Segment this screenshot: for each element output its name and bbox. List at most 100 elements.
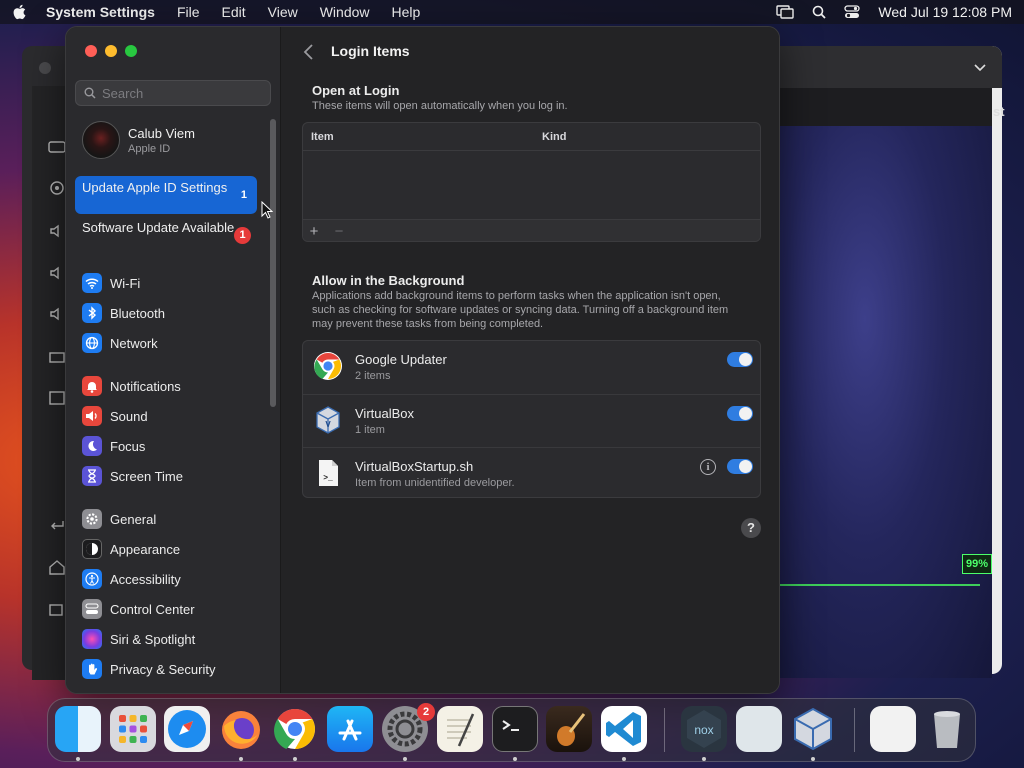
dock-running-dot bbox=[513, 757, 517, 761]
terminal-icon[interactable] bbox=[492, 706, 538, 752]
sidebar-item-control-center[interactable]: Control Center bbox=[82, 597, 195, 621]
wifi-icon bbox=[82, 273, 102, 293]
close-button[interactable] bbox=[85, 45, 97, 57]
app-store-icon[interactable] bbox=[327, 706, 373, 752]
sidebar-item-bluetooth[interactable]: Bluetooth bbox=[82, 301, 165, 325]
menu-view[interactable]: View bbox=[268, 4, 298, 20]
dock-running-dot bbox=[622, 757, 626, 761]
virtualbox-startup-toggle[interactable] bbox=[727, 459, 753, 474]
finder-icon[interactable] bbox=[55, 706, 101, 752]
dock-running-dot bbox=[811, 757, 815, 761]
notice-label: Update Apple ID Settings bbox=[82, 180, 228, 195]
trash-icon[interactable] bbox=[924, 706, 970, 752]
background-item-sub: Item from unidentified developer. bbox=[355, 477, 515, 489]
siri-icon bbox=[82, 629, 102, 649]
list-item: V VirtualBox 1 item bbox=[303, 394, 760, 447]
menu-clock[interactable]: Wed Jul 19 12:08 PM bbox=[878, 4, 1012, 20]
minimize-button[interactable] bbox=[105, 45, 117, 57]
notice-update-apple-id[interactable]: Update Apple ID Settings 1 bbox=[75, 176, 257, 214]
garageband-icon[interactable] bbox=[546, 706, 592, 752]
virtualbox-dock-icon[interactable] bbox=[790, 706, 836, 752]
sidebar-item-label: Screen Time bbox=[110, 468, 183, 484]
list-item: Google Updater 2 items bbox=[303, 341, 760, 394]
dock-separator bbox=[854, 708, 855, 752]
chevron-left-icon[interactable] bbox=[302, 43, 316, 61]
add-login-item-button[interactable]: + bbox=[305, 223, 323, 240]
menu-edit[interactable]: Edit bbox=[222, 4, 246, 20]
sidebar-item-label: Appearance bbox=[110, 541, 181, 557]
google-updater-toggle[interactable] bbox=[727, 352, 753, 367]
control-center-icon[interactable] bbox=[844, 5, 861, 19]
speaker-icon bbox=[82, 406, 102, 426]
window-dot bbox=[39, 62, 51, 74]
svg-text:V: V bbox=[325, 420, 331, 429]
account-sub: Apple ID bbox=[128, 142, 171, 155]
sidebar-item-focus[interactable]: Focus bbox=[82, 434, 145, 458]
keyboard-icon bbox=[48, 141, 66, 153]
apple-id-account[interactable]: Calub Viem Apple ID bbox=[82, 121, 195, 159]
menu-window[interactable]: Window bbox=[320, 4, 370, 20]
sidebar-item-appearance[interactable]: Appearance bbox=[82, 537, 180, 561]
sidebar-item-siri-spotlight[interactable]: Siri & Spotlight bbox=[82, 627, 195, 651]
speaker-muted-icon bbox=[50, 307, 59, 321]
progress-line bbox=[780, 584, 980, 586]
vscode-icon[interactable] bbox=[601, 706, 647, 752]
search-field[interactable] bbox=[75, 80, 271, 106]
network-globe-icon bbox=[82, 333, 102, 353]
background-items-list: Google Updater 2 items V VirtualBox 1 it… bbox=[302, 340, 761, 498]
sidebar-item-network[interactable]: Network bbox=[82, 331, 158, 355]
avatar bbox=[82, 121, 120, 159]
accessibility-icon bbox=[82, 569, 102, 589]
section-desc-open-at-login: These items will open automatically when… bbox=[312, 100, 568, 112]
column-header-item[interactable]: Item bbox=[311, 131, 334, 143]
preview-icon[interactable] bbox=[736, 706, 782, 752]
downloads-stack-icon[interactable] bbox=[870, 706, 916, 752]
spotlight-search-icon[interactable] bbox=[812, 5, 827, 19]
sidebar-item-screen-time[interactable]: Screen Time bbox=[82, 464, 183, 488]
speaker-icon bbox=[50, 224, 59, 238]
sidebar-item-label: Siri & Spotlight bbox=[110, 631, 196, 647]
sidebar-item-label: Network bbox=[110, 335, 158, 351]
safari-icon[interactable] bbox=[164, 706, 210, 752]
sidebar-item-label: Privacy & Security bbox=[110, 661, 216, 677]
menu-app-name[interactable]: System Settings bbox=[46, 4, 155, 20]
background-window-right: 99% st bbox=[780, 46, 1005, 678]
menu-bar-status: Wed Jul 19 12:08 PM bbox=[776, 4, 1012, 20]
sidebar-item-accessibility[interactable]: Accessibility bbox=[82, 567, 181, 591]
sidebar-item-wifi[interactable]: Wi-Fi bbox=[82, 271, 140, 295]
search-input[interactable] bbox=[102, 85, 262, 101]
help-button[interactable]: ? bbox=[741, 518, 761, 538]
menu-file[interactable]: File bbox=[177, 4, 200, 20]
launchpad-icon[interactable] bbox=[110, 706, 156, 752]
moon-icon bbox=[82, 436, 102, 456]
notice-label: Software Update Available bbox=[82, 220, 235, 235]
content-toolbar: Login Items bbox=[282, 27, 779, 77]
info-icon[interactable]: i bbox=[700, 459, 716, 475]
menu-help[interactable]: Help bbox=[392, 4, 421, 20]
background-item-sub: 1 item bbox=[355, 424, 385, 436]
chrome-icon[interactable] bbox=[272, 706, 318, 752]
column-header-kind[interactable]: Kind bbox=[542, 131, 566, 143]
notice-count: 1 bbox=[240, 189, 247, 201]
page-title: Login Items bbox=[331, 43, 410, 59]
system-settings-window: Calub Viem Apple ID Update Apple ID Sett… bbox=[65, 26, 780, 694]
notice-software-update[interactable]: Software Update Available 1 bbox=[75, 216, 257, 254]
sidebar-item-label: Notifications bbox=[110, 378, 181, 394]
zoom-button[interactable] bbox=[125, 45, 137, 57]
sidebar-item-general[interactable]: General bbox=[82, 507, 156, 531]
sidebar-item-privacy-security[interactable]: Privacy & Security bbox=[82, 657, 215, 681]
sidebar-item-notifications[interactable]: Notifications bbox=[82, 374, 181, 398]
sidebar-item-label: Bluetooth bbox=[110, 305, 165, 321]
firefox-icon[interactable] bbox=[218, 706, 264, 752]
textedit-icon[interactable] bbox=[437, 706, 483, 752]
virtualbox-toggle[interactable] bbox=[727, 406, 753, 421]
gear-icon bbox=[82, 509, 102, 529]
svg-text:nox: nox bbox=[694, 723, 713, 737]
apple-menu-icon[interactable] bbox=[12, 4, 26, 20]
document-icon: >_ bbox=[319, 460, 338, 486]
remove-login-item-button[interactable]: − bbox=[330, 223, 348, 240]
screen-mirroring-icon[interactable] bbox=[776, 5, 795, 19]
nox-icon[interactable]: nox bbox=[681, 706, 727, 752]
sidebar-scrollbar[interactable] bbox=[270, 119, 276, 407]
sidebar-item-sound[interactable]: Sound bbox=[82, 404, 148, 428]
